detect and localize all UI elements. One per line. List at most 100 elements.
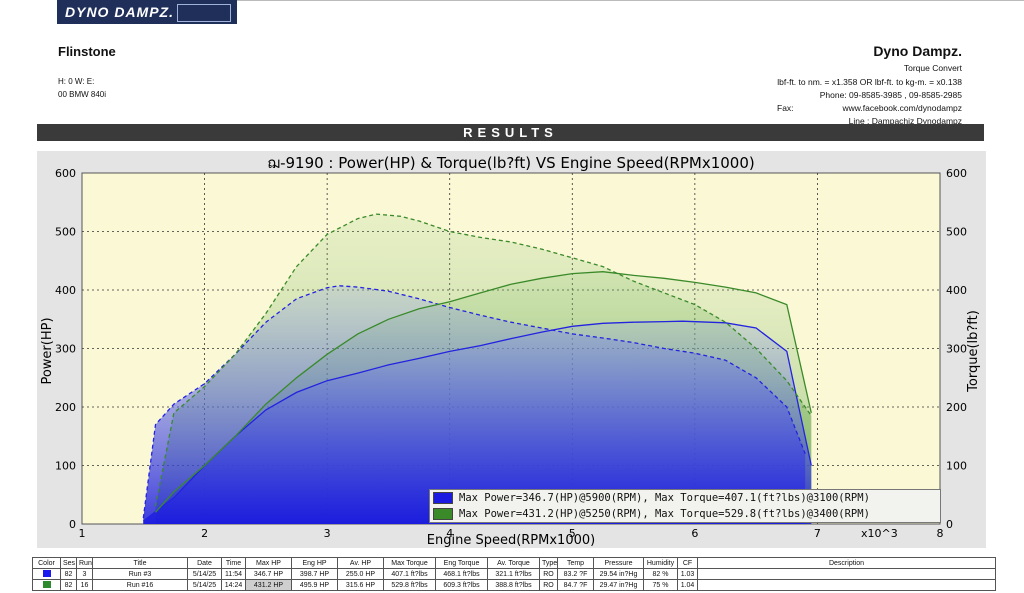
- y-tick-label-left: 100: [55, 460, 76, 473]
- table-cell: 321.1 ft?lbs: [487, 568, 540, 580]
- col-header: Max Torque: [383, 557, 436, 569]
- y-axis-label-right: Torque(lb?ft): [966, 310, 981, 393]
- legend-swatch-green: [433, 508, 453, 520]
- col-header: Av. Torque: [487, 557, 540, 569]
- y-tick-label-left: 400: [55, 284, 76, 297]
- table-cell: 468.1 ft?lbs: [435, 568, 488, 580]
- header-rule: [237, 0, 1024, 1]
- x-axis-unit: x10^3: [861, 527, 898, 540]
- x-tick-label: 8: [937, 527, 944, 540]
- table-cell: 82 %: [643, 568, 678, 580]
- customer-name: Flinstone: [58, 44, 116, 59]
- table-cell: 75 %: [643, 579, 678, 591]
- x-tick-label: 3: [324, 527, 331, 540]
- col-header: Humidity: [643, 557, 678, 569]
- chart-title: ฌ-9190 : Power(HP) & Torque(lb?ft) VS En…: [267, 154, 755, 172]
- table-cell: 346.7 HP: [245, 568, 292, 580]
- company-line-web: www.facebook.com/dynodampz: [842, 103, 962, 113]
- run-summary-table: Color Ses Run Title Date Time Max HP Eng…: [32, 557, 996, 591]
- table-header-row: Color Ses Run Title Date Time Max HP Eng…: [32, 557, 996, 569]
- table-cell: 83.2 ?F: [557, 568, 594, 580]
- table-cell: 388.8 ft?lbs: [487, 579, 540, 591]
- y-tick-label-right: 100: [946, 460, 967, 473]
- customer-vehicle: 00 BMW 840i: [58, 90, 107, 99]
- y-tick-label-right: 400: [946, 284, 967, 297]
- logo-graphic: [177, 4, 231, 22]
- chart-legend: Max Power=346.7(HP)@5900(RPM), Max Torqu…: [429, 489, 941, 523]
- legend-item-run-3: Max Power=346.7(HP)@5900(RPM), Max Torqu…: [430, 490, 940, 506]
- col-header: Color: [32, 557, 61, 569]
- col-header: Max HP: [245, 557, 292, 569]
- table-cell: Run #16: [92, 579, 188, 591]
- results-banner: RESULTS: [37, 124, 984, 141]
- table-cell: Run #3: [92, 568, 188, 580]
- y-tick-label-right: 600: [946, 167, 967, 180]
- col-header: Eng HP: [291, 557, 338, 569]
- col-header: Temp: [557, 557, 594, 569]
- y-tick-label-right: 200: [946, 401, 967, 414]
- y-tick-label-left: 0: [69, 518, 76, 531]
- x-tick-label: 2: [201, 527, 208, 540]
- table-cell: 82: [60, 568, 77, 580]
- col-header: Eng Torque: [435, 557, 488, 569]
- table-cell: 14:24: [221, 579, 246, 591]
- y-tick-label-left: 600: [55, 167, 76, 180]
- table-cell: 29.47 in?Hg: [593, 579, 644, 591]
- table-cell: 1.03: [677, 568, 698, 580]
- table-cell: 495.9 HP: [291, 579, 338, 591]
- table-cell: 1.04: [677, 579, 698, 591]
- y-axis-label-left: Power(HP): [40, 317, 55, 384]
- col-header: Type: [539, 557, 558, 569]
- x-tick-label: 6: [691, 527, 698, 540]
- table-cell: 255.0 HP: [337, 568, 384, 580]
- company-name: Dyno Dampz.: [873, 43, 962, 59]
- table-cell: 398.7 HP: [291, 568, 338, 580]
- table-row[interactable]: 82 16 Run #16 5/14/25 14:24 431.2 HP 495…: [32, 579, 996, 591]
- row-color-swatch: [42, 581, 51, 589]
- table-cell: 16: [76, 579, 93, 591]
- table-cell: 407.1 ft?lbs: [383, 568, 436, 580]
- row-color-cell: [32, 568, 61, 580]
- table-row[interactable]: 82 3 Run #3 5/14/25 11:54 346.7 HP 398.7…: [32, 568, 996, 580]
- col-header: Time: [221, 557, 246, 569]
- table-cell: 5/14/25: [187, 568, 222, 580]
- brand-logo: DYNO DAMPZ.: [57, 0, 237, 24]
- y-tick-label-left: 500: [55, 226, 76, 239]
- table-cell: 609.3 ft?lbs: [435, 579, 488, 591]
- x-tick-label: 1: [79, 527, 86, 540]
- col-header: Title: [92, 557, 188, 569]
- row-color-cell: [32, 579, 61, 591]
- table-cell: RO: [539, 579, 558, 591]
- table-cell: 82: [60, 579, 77, 591]
- table-cell: 3: [76, 568, 93, 580]
- table-cell: [697, 568, 996, 580]
- col-header: CF: [677, 557, 698, 569]
- customer-dimensions: H: 0 W: E:: [58, 77, 95, 86]
- table-cell: 84.7 ?F: [557, 579, 594, 591]
- table-cell: 11:54: [221, 568, 246, 580]
- x-tick-label: 7: [814, 527, 821, 540]
- col-header: Ses: [60, 557, 77, 569]
- table-cell: 431.2 HP: [245, 579, 292, 591]
- table-cell: 529.8 ft?lbs: [383, 579, 436, 591]
- company-fax-label: Fax:: [777, 103, 794, 113]
- y-tick-label-right: 0: [946, 518, 953, 531]
- y-tick-label-right: 500: [946, 226, 967, 239]
- table-cell: [697, 579, 996, 591]
- x-axis-label: Engine Speed(RPMx1000): [427, 533, 595, 548]
- y-tick-label-left: 200: [55, 401, 76, 414]
- table-cell: 5/14/25: [187, 579, 222, 591]
- col-header: Av. HP: [337, 557, 384, 569]
- legend-text-run-3: Max Power=346.7(HP)@5900(RPM), Max Torqu…: [459, 492, 870, 504]
- legend-swatch-blue: [433, 492, 453, 504]
- col-header: Description: [697, 557, 996, 569]
- company-line-conversion: lbf-ft. to nm. = x1.358 OR lbf-ft. to kg…: [777, 77, 962, 87]
- y-tick-label-left: 300: [55, 343, 76, 356]
- y-tick-label-right: 300: [946, 343, 967, 356]
- legend-text-run-16: Max Power=431.2(HP)@5250(RPM), Max Torqu…: [459, 508, 870, 520]
- table-cell: 315.6 HP: [337, 579, 384, 591]
- table-cell: 29.54 in?Hg: [593, 568, 644, 580]
- table-cell: RO: [539, 568, 558, 580]
- company-line-torque-convert: Torque Convert: [903, 63, 962, 73]
- legend-item-run-16: Max Power=431.2(HP)@5250(RPM), Max Torqu…: [430, 506, 940, 522]
